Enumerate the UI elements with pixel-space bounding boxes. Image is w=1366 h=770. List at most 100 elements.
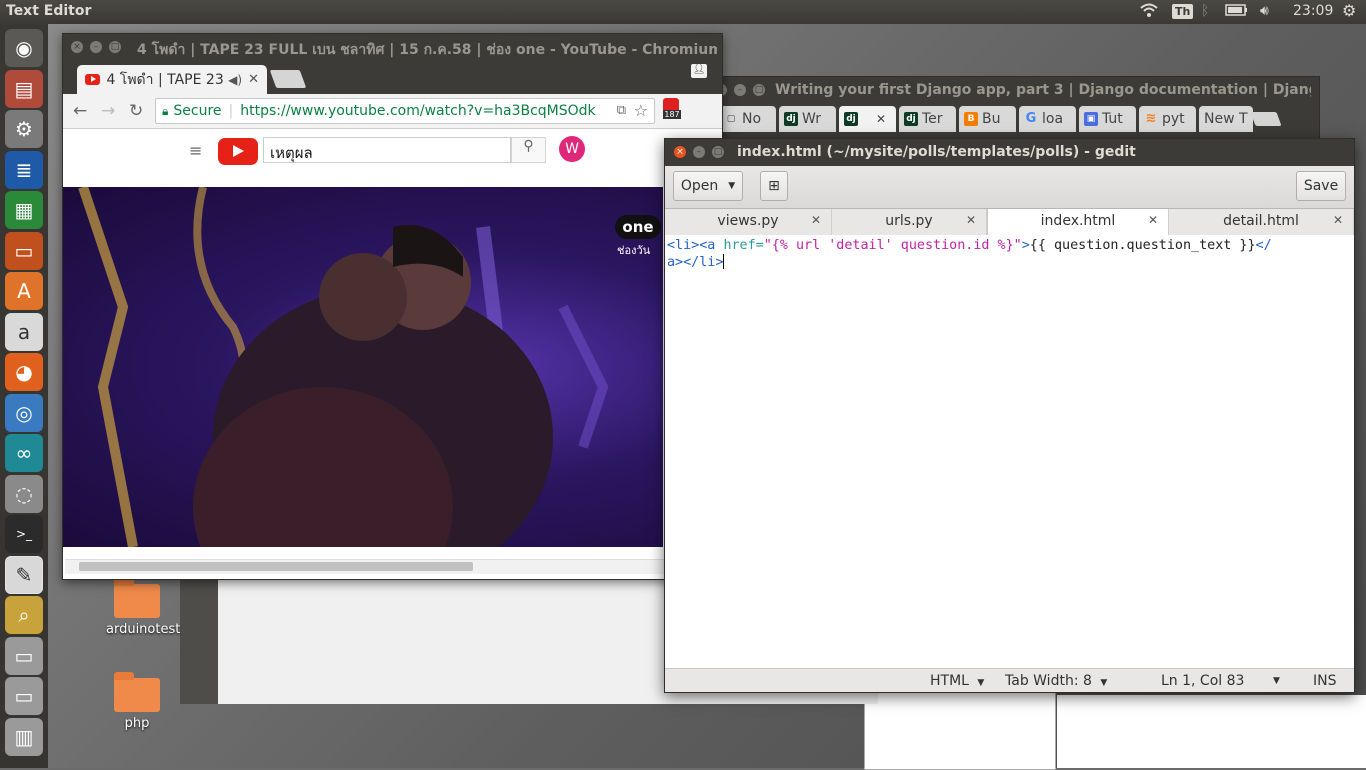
minimize-icon[interactable]: – [734,84,746,96]
arduino-icon[interactable]: ∞ [5,434,43,472]
libreoffice-calc-icon[interactable]: ▦ [5,191,43,229]
new-tab-button[interactable] [1250,112,1282,126]
text-editor-area[interactable]: <li><a href="{% url 'detail' question.id… [665,235,1354,668]
position-label: Ln 1, Col 83 [1161,673,1245,689]
volume-icon[interactable]: 🔊︎ [1260,3,1269,19]
address-bar[interactable]: 🔒︎ Secure | https://www.youtube.com/watc… [155,98,655,124]
window-title: 4 โพดำ | TAPE 23 FULL เบน ชลาทิศ | 15 ก.… [137,42,717,58]
drive-icon[interactable]: ▭ [5,636,43,675]
session-gear-icon[interactable]: ⚙ [1342,1,1356,20]
language-selector[interactable]: HTML ▼ [930,673,984,689]
insert-mode[interactable]: INS [1313,673,1337,689]
maximize-icon[interactable]: □ [109,41,121,53]
close-tab-icon[interactable]: ✕ [1148,213,1158,227]
bookmark-star-icon[interactable]: ☆ [634,101,648,120]
desktop-folder-arduinotest[interactable]: arduinotest [106,578,180,637]
close-tab-icon[interactable]: ✕ [1333,213,1343,227]
new-tab-button[interactable]: ⊞ [760,171,788,201]
tab-views-py[interactable]: views.py ✕ [665,209,832,235]
scrollbar-thumb[interactable] [79,562,473,571]
avatar[interactable]: W [559,136,585,162]
save-button[interactable]: Save [1296,171,1346,201]
browser-tab[interactable]: ▣ Tut [1079,106,1136,132]
back-arrow-icon[interactable]: ← [73,101,87,121]
audio-playing-icon[interactable]: ◀︎) [228,73,242,87]
browser-tab[interactable]: ▢ No [719,106,776,132]
drive-icon-2[interactable]: ▭ [5,677,43,715]
trash-icon[interactable]: ▥ [5,717,43,756]
close-icon[interactable]: × [674,146,686,158]
video-player[interactable]: one ช่องวัน [63,187,663,547]
minimize-icon[interactable]: – [693,146,705,158]
profile-icon[interactable]: 👤︎ [691,64,707,78]
bluetooth-icon[interactable]: ᛒ [1201,3,1209,19]
horizontal-scrollbar[interactable] [65,559,720,574]
youtube-search-input[interactable]: เหตุผล [263,137,511,163]
wifi-icon[interactable] [1140,3,1158,23]
app-title: Text Editor [6,3,92,19]
close-tab-icon[interactable]: ✕ [966,213,976,227]
keyboard-layout-indicator[interactable]: Th [1172,3,1194,19]
tab-youtube[interactable]: 4 โพดำ | TAPE 23 ◀︎) ✕ [77,65,267,94]
amazon-icon[interactable]: a [5,312,43,351]
maximize-icon[interactable]: □ [753,84,765,96]
browser-tab[interactable]: dj ✕ [839,106,896,132]
browser-tab[interactable]: ≋ pyt [1139,106,1196,132]
gedit-window[interactable]: × – □ index.html (~/mysite/polls/templat… [664,138,1355,693]
desktop-folder-php[interactable]: php [106,672,168,731]
tab-favicon-icon: dj [844,112,858,126]
close-tab-icon[interactable]: ✕ [811,213,821,227]
close-tab-icon[interactable]: ✕ [876,112,886,126]
close-icon[interactable]: × [71,41,83,53]
tab-urls-py[interactable]: urls.py ✕ [832,209,987,235]
libreoffice-writer-icon[interactable]: ≣ [5,150,43,189]
tab-label: New T [1204,111,1248,127]
close-tab-icon[interactable]: ✕ [248,72,259,87]
new-tab-button[interactable] [269,70,307,88]
minimize-icon[interactable]: – [90,41,102,53]
cursor-position[interactable]: Ln 1, Col 83 [1161,673,1244,689]
browser-tab[interactable]: dj Ter [899,106,956,132]
language-label: HTML [930,673,969,689]
software-center-icon[interactable]: A [5,272,43,310]
terminal-icon[interactable]: >_ [5,515,43,553]
browser-tab[interactable]: B Bu [959,106,1016,132]
battery-icon[interactable] [1225,3,1249,21]
browser-tab[interactable]: Gloa [1019,106,1076,132]
dash-home-icon[interactable]: ◉ [5,29,43,67]
folder-icon [114,672,160,712]
image-viewer-icon[interactable]: ⌕ [5,596,43,634]
maximize-icon[interactable]: □ [712,146,724,158]
firefox-icon[interactable]: ◕ [5,353,43,391]
clock[interactable]: 23:09 [1293,3,1333,19]
youtube-search-button[interactable]: ⚲ [511,137,546,163]
files-icon[interactable]: ▤ [5,69,43,108]
tab-width-selector[interactable]: Tab Width: 8 ▼ [1005,673,1107,689]
extension-icon[interactable]: 187 [663,98,681,124]
tab-detail-html[interactable]: detail.html ✕ [1169,209,1354,235]
channel-caption: ช่องวัน [617,244,651,257]
youtube-page: ≡ เหตุผล ⚲ W one ช่องวัน [63,129,722,579]
chevron-down-icon[interactable]: ▼ [1273,676,1280,686]
tab-index-html[interactable]: index.html ✕ [987,209,1169,235]
tab-width-label: Tab Width: 8 [1005,673,1092,689]
translate-icon[interactable]: ⧉ [617,103,626,118]
youtube-browser-window[interactable]: × – □ 4 โพดำ | TAPE 23 FULL เบน ชลาทิศ |… [62,33,723,580]
tab-label: Wr [802,111,821,127]
titlebar: × – □ index.html (~/mysite/polls/templat… [665,139,1354,166]
browser-tab[interactable]: New T [1199,106,1253,132]
text-editor-icon[interactable]: ✎ [5,555,43,594]
libreoffice-impress-icon[interactable]: ▭ [5,231,43,270]
browser-tab[interactable]: dj Wr [779,106,836,132]
gnome-disks-icon[interactable]: ◌ [5,474,43,513]
youtube-logo-icon[interactable] [218,138,258,165]
open-button[interactable]: Open ▼ [673,171,743,201]
system-settings-icon[interactable]: ⚙ [5,110,43,148]
hamburger-menu-icon[interactable]: ≡ [189,141,202,160]
tab-favicon-icon: G [1025,111,1037,126]
forward-arrow-icon[interactable]: → [101,101,115,121]
tab-favicon-icon: dj [904,112,918,126]
chromium-icon[interactable]: ◎ [5,393,43,432]
code-string: "{% url 'detail' question.id %}" [763,238,1022,253]
reload-icon[interactable]: ↻ [129,101,143,121]
